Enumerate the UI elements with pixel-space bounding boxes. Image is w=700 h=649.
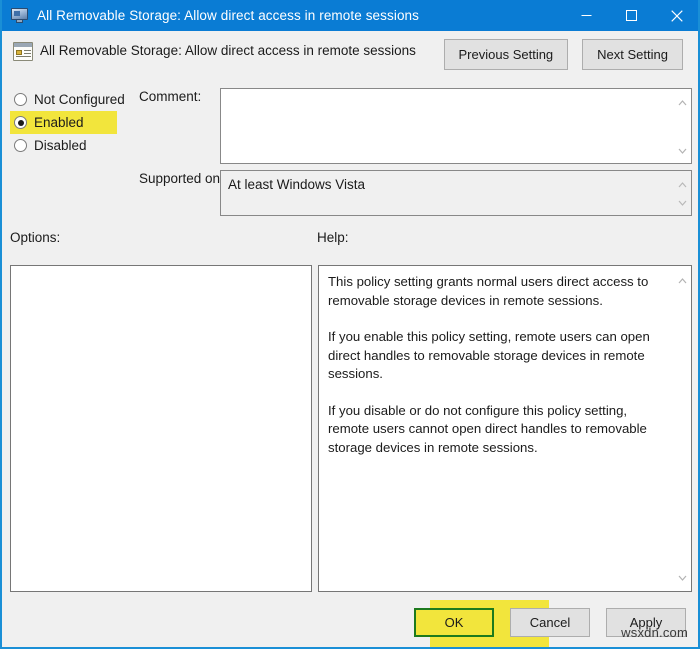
close-icon[interactable] <box>654 0 700 31</box>
radio-circle-icon <box>14 93 27 106</box>
cancel-button[interactable]: Cancel <box>510 608 590 637</box>
policy-state-radio-group: Not Configured Enabled Disabled <box>10 88 140 157</box>
watermark: wsxdn.com <box>621 625 688 640</box>
window-title: All Removable Storage: Allow direct acce… <box>37 0 419 31</box>
policy-document-icon <box>13 42 33 61</box>
radio-enabled[interactable]: Enabled <box>10 111 117 134</box>
supported-on-value: At least Windows Vista <box>228 177 365 192</box>
radio-label-enabled: Enabled <box>34 115 84 130</box>
help-text: This policy setting grants normal users … <box>328 273 658 457</box>
comment-scrollbar[interactable] <box>673 89 691 163</box>
supported-on-field: At least Windows Vista <box>220 170 692 216</box>
previous-setting-button[interactable]: Previous Setting <box>444 39 569 70</box>
supported-on-scrollbar[interactable] <box>673 171 691 215</box>
help-paragraph: If you disable or do not configure this … <box>328 402 658 458</box>
comment-label: Comment: <box>139 89 201 104</box>
group-policy-setting-dialog: All Removable Storage: Allow direct acce… <box>0 0 700 649</box>
help-paragraph: This policy setting grants normal users … <box>328 273 658 310</box>
supported-on-label: Supported on: <box>139 171 224 186</box>
help-panel: This policy setting grants normal users … <box>318 265 692 592</box>
minimize-icon[interactable] <box>564 0 609 31</box>
maximize-icon[interactable] <box>609 0 654 31</box>
setting-nav-buttons: Previous Setting Next Setting <box>444 39 684 70</box>
comment-input[interactable] <box>220 88 692 164</box>
help-paragraph: If you enable this policy setting, remot… <box>328 328 658 384</box>
chevron-up-icon[interactable] <box>678 271 687 289</box>
monitor-icon <box>11 8 28 23</box>
next-setting-button[interactable]: Next Setting <box>582 39 683 70</box>
chevron-down-icon[interactable] <box>678 568 687 586</box>
dialog-header: All Removable Storage: Allow direct acce… <box>2 31 698 78</box>
radio-circle-icon <box>14 139 27 152</box>
help-scrollbar[interactable] <box>674 266 691 591</box>
chevron-up-icon[interactable] <box>678 175 687 193</box>
title-bar: All Removable Storage: Allow direct acce… <box>0 0 700 31</box>
radio-circle-selected-icon <box>14 116 27 129</box>
radio-label-disabled: Disabled <box>34 138 87 153</box>
options-label: Options: <box>10 230 60 245</box>
radio-disabled[interactable]: Disabled <box>10 134 117 157</box>
radio-not-configured[interactable]: Not Configured <box>10 88 117 111</box>
chevron-down-icon[interactable] <box>678 141 687 159</box>
options-panel[interactable] <box>10 265 312 592</box>
policy-title: All Removable Storage: Allow direct acce… <box>40 43 416 58</box>
radio-label-not-configured: Not Configured <box>34 92 125 107</box>
ok-button[interactable]: OK <box>414 608 494 637</box>
help-label: Help: <box>317 230 349 245</box>
chevron-up-icon[interactable] <box>678 93 687 111</box>
chevron-down-icon[interactable] <box>678 193 687 211</box>
window-controls <box>564 0 700 31</box>
